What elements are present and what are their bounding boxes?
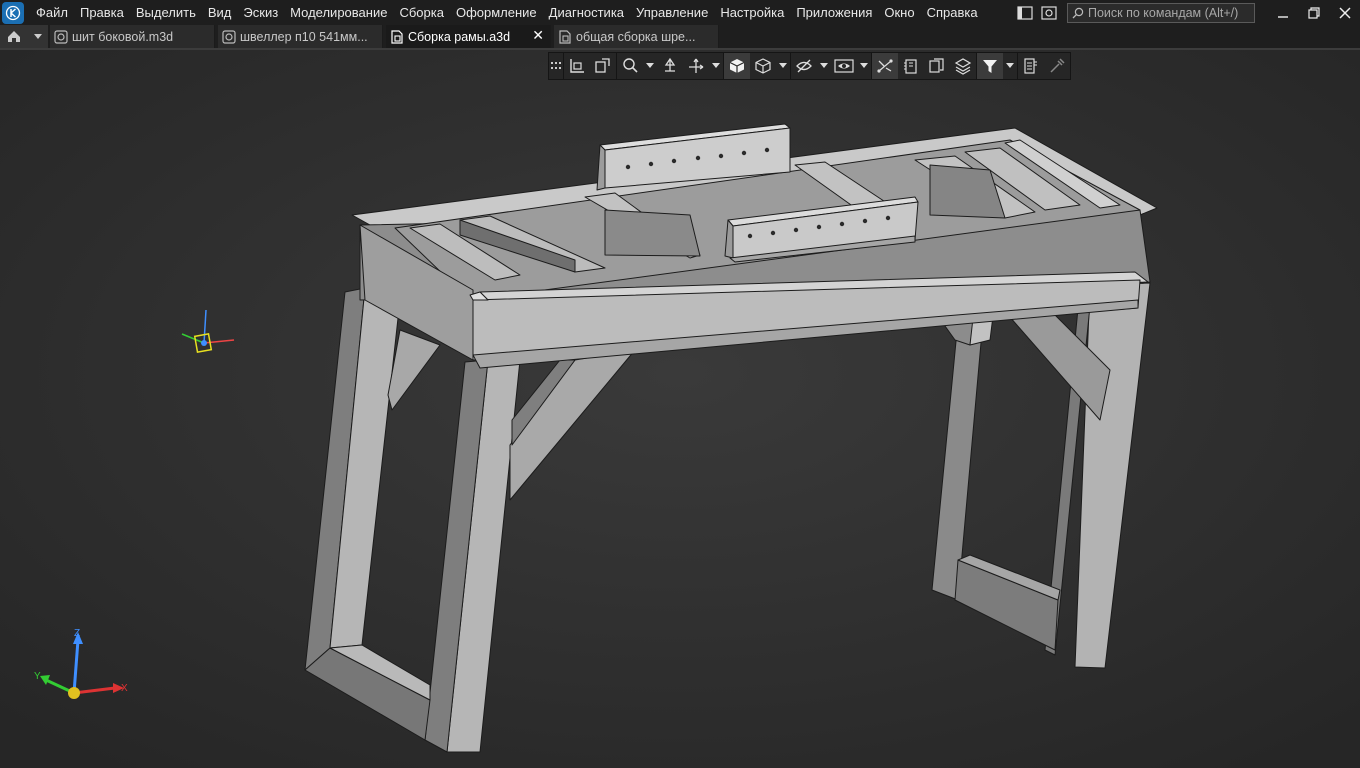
hide-icon[interactable] [791, 53, 817, 79]
section-icon[interactable] [872, 53, 898, 79]
frame-assembly-model[interactable]: Z X Y [0, 50, 1360, 768]
tab-label: шит боковой.m3d [72, 29, 174, 44]
menu-view[interactable]: Вид [202, 0, 238, 25]
app-logo-icon[interactable] [2, 1, 24, 24]
rotate-icon[interactable] [657, 53, 683, 79]
tab-label: общая сборка шре... [576, 29, 696, 44]
menu-diagnostics[interactable]: Диагностика [543, 0, 630, 25]
view-toolbar [548, 52, 1071, 80]
triad-y-label: Y [34, 671, 41, 682]
toolbar-group-filter [977, 53, 1018, 79]
chevron-down-icon[interactable] [1003, 53, 1017, 79]
menu-bar: Файл Правка Выделить Вид Эскиз Моделиров… [0, 0, 1360, 25]
tab-channel[interactable]: швеллер п10 541мм... [218, 25, 383, 48]
assembly-icon [559, 29, 571, 44]
assembly-icon [391, 29, 403, 44]
wireframe-icon[interactable] [750, 53, 776, 79]
toolbar-group-display [724, 53, 791, 79]
tab-general-assembly[interactable]: общая сборка шре... [554, 25, 719, 48]
command-search[interactable] [1067, 2, 1255, 23]
close-window-button[interactable] [1329, 0, 1360, 25]
menu-edit[interactable]: Правка [74, 0, 130, 25]
close-icon[interactable]: ✕ [532, 27, 544, 44]
pan-icon[interactable] [683, 53, 709, 79]
pipette-icon[interactable] [1044, 53, 1070, 79]
grid-handle-icon[interactable] [549, 53, 563, 79]
menu-drafting[interactable]: Оформление [450, 0, 543, 25]
search-icon [1072, 7, 1084, 18]
toolbar-group-visibility [791, 53, 872, 79]
visibility-icon[interactable] [831, 53, 857, 79]
document-tab-bar: шит боковой.m3d швеллер п10 541мм... Сбо… [0, 25, 1360, 50]
kompas-3d-window: Файл Правка Выделить Вид Эскиз Моделиров… [0, 0, 1360, 768]
tab-side-panel[interactable]: шит боковой.m3d [50, 25, 215, 48]
tab-label: Сборка рамы.a3d [408, 29, 511, 44]
triad-x-label: X [121, 683, 128, 694]
tab-frame-assembly[interactable]: Сборка рамы.a3d ✕ [386, 25, 551, 48]
menu-window[interactable]: Окно [878, 0, 920, 25]
chevron-down-icon[interactable] [33, 33, 42, 40]
filter-icon[interactable] [977, 53, 1003, 79]
screen-mode-icon[interactable] [1037, 0, 1061, 25]
toolbar-group-orientation [564, 53, 617, 79]
chevron-down-icon[interactable] [857, 53, 871, 79]
menu-right-group [1013, 0, 1360, 25]
part-icon [54, 29, 68, 44]
menu-modeling[interactable]: Моделирование [284, 0, 393, 25]
toolbar-group-properties [1018, 53, 1070, 79]
shaded-icon[interactable] [724, 53, 750, 79]
home-tab[interactable] [0, 25, 48, 48]
zoom-icon[interactable] [617, 53, 643, 79]
toolbar-group-handle [549, 53, 564, 79]
measure-icon[interactable] [898, 53, 924, 79]
view-orientation-icon[interactable] [564, 53, 590, 79]
part-icon [222, 29, 236, 44]
command-search-input[interactable] [1084, 5, 1248, 20]
restore-button[interactable] [1298, 0, 1329, 25]
triad-z-label: Z [74, 628, 80, 639]
chevron-down-icon[interactable] [709, 53, 723, 79]
menu-select[interactable]: Выделить [130, 0, 202, 25]
chevron-down-icon[interactable] [643, 53, 657, 79]
chevron-down-icon[interactable] [817, 53, 831, 79]
chevron-down-icon[interactable] [776, 53, 790, 79]
menu-help[interactable]: Справка [921, 0, 984, 25]
properties-icon[interactable] [1018, 53, 1044, 79]
panel-toggle-icon[interactable] [1013, 0, 1037, 25]
menu-apps[interactable]: Приложения [790, 0, 878, 25]
layers-icon[interactable] [924, 53, 950, 79]
menu-assembly[interactable]: Сборка [393, 0, 450, 25]
minimize-button[interactable] [1267, 0, 1298, 25]
3d-viewport[interactable]: Z X Y [0, 50, 1360, 768]
toolbar-group-navigation [617, 53, 724, 79]
menu-settings[interactable]: Настройка [714, 0, 790, 25]
menu-sketch[interactable]: Эскиз [237, 0, 284, 25]
home-icon [7, 31, 20, 42]
menu-control[interactable]: Управление [630, 0, 714, 25]
menu-file[interactable]: Файл [30, 0, 74, 25]
tab-label: швеллер п10 541мм... [240, 29, 368, 44]
stack-icon[interactable] [950, 53, 976, 79]
toolbar-group-analysis [872, 53, 977, 79]
local-cs-icon[interactable] [590, 53, 616, 79]
